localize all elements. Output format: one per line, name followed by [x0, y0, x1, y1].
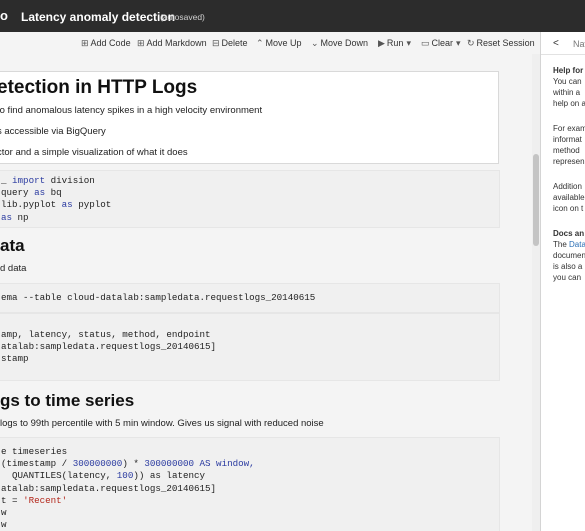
- code-cell-imports[interactable]: _ import division query as bq lib.pyplot…: [0, 170, 500, 228]
- minus-square-icon: ⊟: [212, 38, 220, 48]
- section-text: logs to 99th percentile with 5 min windo…: [0, 418, 324, 429]
- help-text: icon on t: [553, 204, 584, 213]
- help-text: available: [553, 193, 585, 202]
- code-line: e timeseries: [1, 446, 68, 457]
- move-down-label: Move Down: [320, 38, 369, 48]
- run-label: Run: [386, 38, 404, 48]
- chevron-left-icon[interactable]: <: [553, 38, 559, 49]
- notebook-toolbar: ⊞ Add Code ⊞ Add Markdown ⊟ Delete ⌃ Move Up…: [0, 32, 540, 54]
- cell-text: ctor and a simple visualization of what …: [0, 147, 188, 158]
- help-text: help on a: [553, 99, 585, 108]
- clear-label: Clear: [431, 38, 454, 48]
- app-logo[interactable]: o: [0, 8, 8, 23]
- add-markdown-label: Add Markdown: [146, 38, 207, 48]
- code-line: as np: [1, 211, 29, 223]
- cell-text: to find anomalous latency spikes in a hi…: [0, 105, 263, 116]
- help-text: represen: [553, 157, 585, 166]
- code-editor[interactable]: amp, latency, status, method, endpoint a…: [1, 329, 216, 366]
- play-icon: ▶: [378, 38, 385, 48]
- dropdown-caret-icon: ▾: [456, 38, 461, 48]
- add-code-label: Add Code: [90, 38, 131, 48]
- code-cell-timeseries[interactable]: e timeseries (timestamp / 300000000) * 3…: [0, 437, 500, 531]
- code-line: amp, latency, status, method, endpoint: [1, 329, 211, 340]
- section-text: d data: [0, 263, 27, 274]
- code-line: atalab:sampledata.requestlogs_20140615]: [1, 482, 217, 494]
- notebook-scrollbar[interactable]: [532, 54, 540, 531]
- reset-session-label: Reset Session: [476, 38, 535, 48]
- add-markdown-button[interactable]: ⊞ Add Markdown: [137, 38, 207, 49]
- help-text: within a: [553, 88, 581, 97]
- notebook-area[interactable]: etection in HTTP Logs to find anomalous …: [0, 54, 532, 531]
- datalab-docs-link[interactable]: Data: [569, 240, 585, 249]
- chevron-up-icon: ⌃: [256, 38, 264, 48]
- section-heading-timeseries: gs to time series: [0, 391, 135, 410]
- code-line: lib.pyplot as pyplot: [1, 199, 112, 211]
- delete-label: Delete: [221, 38, 248, 48]
- delete-button[interactable]: ⊟ Delete: [212, 38, 248, 49]
- dropdown-caret-icon: ▾: [406, 38, 411, 48]
- help-heading: Docs an: [553, 229, 585, 238]
- code-editor[interactable]: e timeseries (timestamp / 300000000) * 3…: [1, 446, 255, 531]
- markdown-cell-intro[interactable]: etection in HTTP Logs to find anomalous …: [0, 71, 499, 164]
- help-text: is also a: [553, 262, 583, 271]
- section-heading-data: ata: [0, 236, 25, 255]
- move-down-button[interactable]: ⌄ Move Down: [311, 38, 368, 49]
- reset-session-button[interactable]: ↻ Reset Session: [467, 38, 535, 49]
- help-heading: Help for: [553, 66, 584, 75]
- move-up-button[interactable]: ⌃ Move Up: [256, 38, 302, 49]
- cell-text: s accessible via BigQuery: [0, 126, 106, 137]
- notebook-title[interactable]: Latency anomaly detection: [21, 10, 175, 24]
- cell-heading: etection in HTTP Logs: [0, 77, 198, 98]
- code-line: w: [1, 519, 7, 531]
- help-text: method: [553, 146, 580, 155]
- help-text: informat: [553, 135, 582, 144]
- code-editor[interactable]: ema --table cloud-datalab:sampledata.req…: [1, 292, 315, 304]
- clear-button[interactable]: ▭ Clear ▾: [421, 38, 463, 49]
- scrollbar-thumb[interactable]: [533, 154, 539, 246]
- help-panel-header: < Nav: [541, 32, 585, 55]
- add-code-button[interactable]: ⊞ Add Code: [81, 38, 131, 49]
- code-line: t = 'Recent': [1, 494, 68, 506]
- help-text: documen: [553, 251, 585, 260]
- code-line: atalab:sampledata.requestlogs_20140615]: [1, 341, 217, 353]
- code-line: stamp: [1, 353, 29, 365]
- top-bar: o Latency anomaly detection (autosaved): [0, 0, 585, 32]
- autosave-status: (autosaved): [160, 12, 205, 22]
- refresh-icon: ↻: [467, 38, 475, 48]
- help-panel-nav-label[interactable]: Nav: [573, 39, 585, 49]
- code-line: query as bq: [1, 187, 62, 199]
- code-editor[interactable]: _ import division query as bq lib.pyplot…: [1, 175, 111, 224]
- plus-square-icon: ⊞: [137, 38, 145, 48]
- help-panel: < Nav Help for You can within a help on …: [540, 32, 585, 531]
- help-text: You can: [553, 77, 582, 86]
- move-up-label: Move Up: [265, 38, 302, 48]
- code-line: w: [1, 507, 7, 519]
- code-cell-query[interactable]: amp, latency, status, method, endpoint a…: [0, 313, 500, 381]
- code-line: QUANTILES(latency, 100)) as latency: [1, 470, 206, 482]
- help-text: For exam: [553, 124, 585, 133]
- help-text: Addition: [553, 182, 582, 191]
- plus-square-icon: ⊞: [81, 38, 89, 48]
- code-line: _ import division: [1, 175, 95, 186]
- clear-box-icon: ▭: [421, 38, 430, 48]
- code-line: (timestamp / 300000000) * 300000000 AS w…: [1, 458, 255, 470]
- run-button[interactable]: ▶ Run ▾: [378, 38, 413, 49]
- chevron-down-icon: ⌄: [311, 38, 319, 48]
- code-cell-schema[interactable]: ema --table cloud-datalab:sampledata.req…: [0, 283, 500, 313]
- help-text: you can: [553, 273, 582, 282]
- help-text: The Data: [553, 240, 585, 249]
